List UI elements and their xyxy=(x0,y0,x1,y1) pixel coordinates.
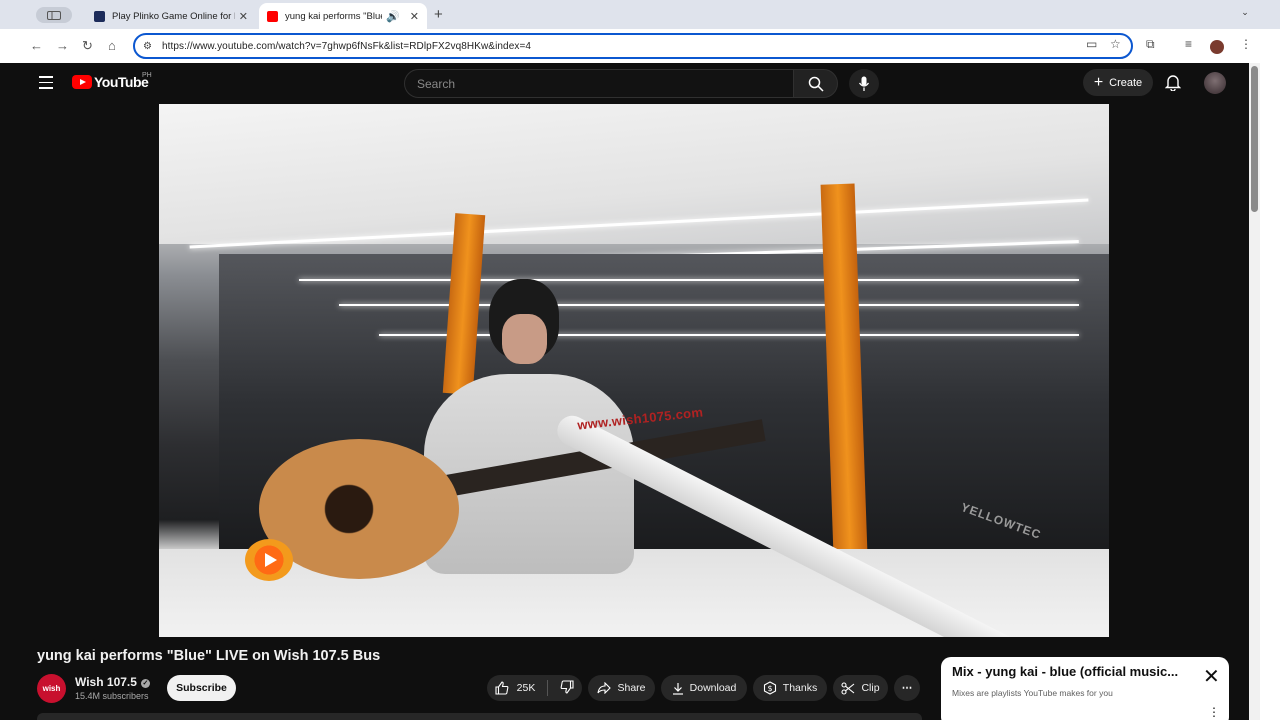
logo-text: YouTube xyxy=(94,74,149,90)
subscriber-count: 15.4M subscribers xyxy=(75,691,149,701)
dislike-button[interactable] xyxy=(560,679,574,697)
forward-icon[interactable]: → xyxy=(56,38,69,53)
like-count: 25K xyxy=(516,682,536,694)
window-edge xyxy=(1260,29,1280,720)
description-box[interactable] xyxy=(37,713,922,720)
like-dislike-group: 25K xyxy=(487,675,582,701)
plinko-favicon-icon xyxy=(94,10,105,22)
country-code: PH xyxy=(142,72,152,79)
address-bar[interactable]: ⚙ https://www.youtube.com/watch?v=7ghwp6… xyxy=(133,33,1133,59)
share-label: Share xyxy=(617,682,646,694)
notifications-button[interactable] xyxy=(1164,74,1182,96)
youtube-play-icon xyxy=(72,75,92,89)
kebab-menu-icon[interactable]: ⋮ xyxy=(1208,705,1220,719)
download-button[interactable]: Download xyxy=(661,675,747,701)
reload-icon[interactable]: ↻ xyxy=(82,38,93,54)
clip-label: Clip xyxy=(861,682,880,694)
home-icon[interactable]: ⌂ xyxy=(108,38,116,53)
thumbs-up-icon xyxy=(495,681,509,695)
share-icon xyxy=(597,682,612,694)
tab-title: Play Plinko Game Online for F xyxy=(112,10,235,22)
hamburger-menu-icon[interactable] xyxy=(39,76,53,89)
svg-text:$: $ xyxy=(767,684,772,693)
plus-icon: + xyxy=(1093,73,1104,91)
url-text[interactable]: https://www.youtube.com/watch?v=7ghwp6fN… xyxy=(162,41,531,52)
tab-grid-icon xyxy=(47,10,61,20)
scissors-icon xyxy=(841,681,855,695)
clip-button[interactable]: Clip xyxy=(833,675,888,701)
play-badge-icon xyxy=(245,539,293,581)
subscribe-button[interactable]: Subscribe xyxy=(167,675,236,701)
thanks-label: Thanks xyxy=(782,682,818,694)
tab-groups-button[interactable] xyxy=(36,7,72,23)
microphone-icon xyxy=(858,76,870,91)
youtube-favicon-icon xyxy=(267,10,278,22)
scrollbar-thumb[interactable] xyxy=(1251,66,1258,212)
close-icon[interactable]: ✕ xyxy=(239,10,248,23)
search-box[interactable] xyxy=(404,69,794,98)
divider xyxy=(547,680,549,696)
youtube-page: YouTube PH + Create xyxy=(20,63,1249,720)
mix-playlist-panel: Mix - yung kai - blue (official music...… xyxy=(941,657,1229,720)
extensions-icon[interactable]: ⧉ xyxy=(1146,37,1155,52)
thanks-dollar-icon: $ xyxy=(763,681,776,695)
video-title: yung kai performs "Blue" LIVE on Wish 10… xyxy=(37,648,381,664)
channel-avatar[interactable]: wish xyxy=(37,674,66,703)
channel-name-text[interactable]: Wish 107.5 xyxy=(75,675,137,689)
window-light xyxy=(299,279,1079,281)
search-icon xyxy=(808,76,824,92)
create-button[interactable]: + Create xyxy=(1083,69,1153,96)
channel-name[interactable]: Wish 107.5 ✓ xyxy=(75,675,150,689)
close-icon[interactable]: ✕ xyxy=(410,10,419,23)
browser-profile-avatar[interactable] xyxy=(1210,40,1224,54)
chevron-down-icon[interactable]: ⌄ xyxy=(1237,7,1253,23)
video-player[interactable]: www.wish1075.com YELLOWTEC xyxy=(159,104,1109,637)
account-avatar[interactable] xyxy=(1204,72,1226,94)
back-icon[interactable]: ← xyxy=(30,38,43,53)
kebab-menu-icon[interactable]: ⋮ xyxy=(1240,37,1252,51)
thanks-button[interactable]: $ Thanks xyxy=(753,675,827,701)
verified-check-icon: ✓ xyxy=(140,679,150,688)
channel-avatar-text: wish xyxy=(42,684,61,693)
like-button[interactable]: 25K xyxy=(495,681,536,695)
mix-title[interactable]: Mix - yung kai - blue (official music... xyxy=(952,664,1192,679)
download-label: Download xyxy=(689,682,737,694)
search-input[interactable] xyxy=(417,76,793,91)
more-actions-button[interactable]: ⋯ xyxy=(894,675,920,701)
create-label: Create xyxy=(1109,76,1143,89)
browser-tab-youtube[interactable]: yung kai performs "Blue" 🔊 ✕ xyxy=(259,3,427,29)
cast-icon[interactable]: ▭ xyxy=(1086,37,1097,51)
close-icon[interactable]: ✕ xyxy=(1203,667,1220,687)
share-button[interactable]: Share xyxy=(588,675,655,701)
download-icon xyxy=(672,682,683,695)
browser-tab-strip: Play Plinko Game Online for F ✕ yung kai… xyxy=(0,0,1280,29)
yt-masthead: YouTube PH + Create xyxy=(20,63,1249,103)
tab-title: yung kai performs "Blue" xyxy=(285,10,383,22)
youtube-logo[interactable]: YouTube xyxy=(72,74,149,90)
thumbs-down-icon xyxy=(560,679,574,694)
voice-search-button[interactable] xyxy=(849,69,879,98)
search-button[interactable] xyxy=(793,69,838,98)
bell-icon xyxy=(1164,75,1182,92)
browser-toolbar: ← → ↻ ⌂ ⚙ https://www.youtube.com/watch?… xyxy=(0,29,1280,63)
media-controls-icon[interactable]: ≡ xyxy=(1185,37,1192,51)
speaker-icon[interactable]: 🔊 xyxy=(386,10,400,23)
bookmark-star-icon[interactable]: ☆ xyxy=(1110,37,1121,51)
new-tab-button[interactable]: + xyxy=(434,6,443,23)
site-info-icon[interactable]: ⚙ xyxy=(143,41,152,52)
more-horizontal-icon: ⋯ xyxy=(901,682,913,694)
mix-subtitle: Mixes are playlists YouTube makes for yo… xyxy=(952,688,1113,698)
browser-tab-plinko[interactable]: Play Plinko Game Online for F ✕ xyxy=(86,3,256,29)
